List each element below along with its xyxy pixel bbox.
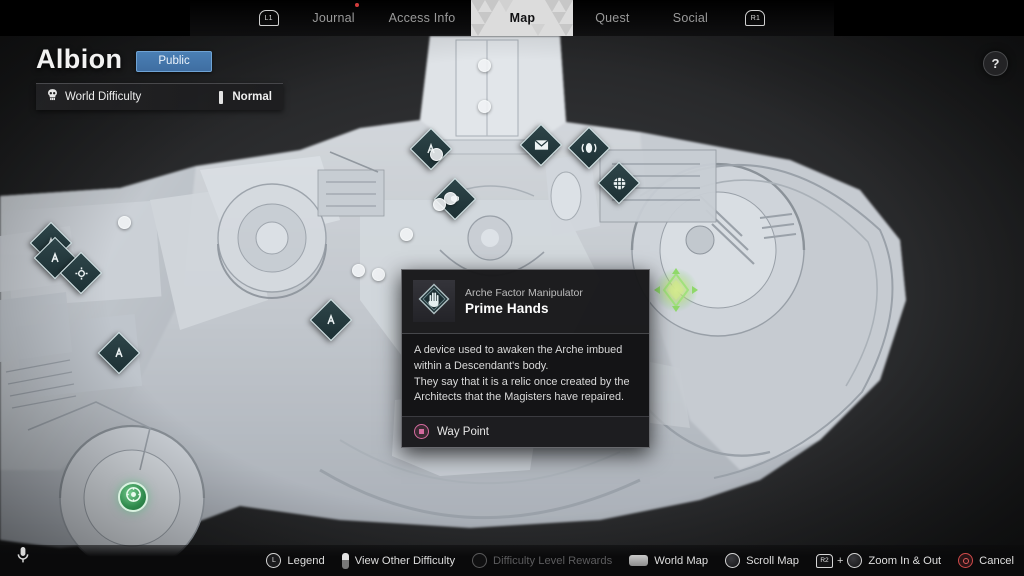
prime-hands-diamond-icon (417, 282, 451, 321)
cancel-button-icon (958, 553, 974, 568)
action-difficulty-level-rewards: Difficulty Level Rewards (472, 553, 612, 568)
tab-journal[interactable]: Journal (295, 0, 373, 36)
world-difficulty-bar[interactable]: World Difficulty Normal (36, 83, 283, 110)
help-button[interactable]: ? (983, 51, 1008, 76)
action-view-other-difficulty[interactable]: View Other Difficulty (341, 552, 456, 569)
top-navigation-bar: L1 Journal Access Info Map Quest Social … (0, 0, 1024, 36)
action-label: Difficulty Level Rewards (493, 554, 613, 567)
action-hint-list: L Legend View Other Difficulty Difficult… (266, 552, 1014, 569)
touchpad-button-icon (629, 555, 649, 566)
grid-icon (605, 169, 633, 197)
tab-label: Social (672, 11, 709, 25)
r1-button-icon: R1 (745, 10, 766, 26)
tooltip-category: Arche Factor Manipulator (465, 287, 583, 299)
status-badge-public[interactable]: Public (136, 51, 212, 72)
waypoint-glow-icon (654, 268, 698, 312)
dpad-vertical-icon (341, 552, 349, 569)
tooltip-header: Arche Factor Manipulator Prime Hands (402, 270, 649, 333)
difficulty-value-group: Normal (219, 90, 272, 104)
action-label: Zoom In & Out (868, 554, 942, 567)
tab-access-info[interactable]: Access Info (373, 0, 472, 36)
tooltip-icon-frame (413, 280, 455, 322)
marker-gear-w[interactable] (59, 251, 103, 295)
arche-icon (317, 306, 345, 334)
action-zoom-in-out[interactable]: R2 + Zoom In & Out (815, 553, 942, 568)
action-legend[interactable]: L Legend (266, 553, 325, 568)
marker-dot[interactable] (478, 100, 491, 113)
tooltip-action-row[interactable]: Way Point (402, 416, 649, 448)
station-icon (125, 486, 142, 508)
marker-dot[interactable] (372, 268, 385, 281)
right-stick-icon (847, 553, 863, 568)
plus-separator: + (836, 554, 844, 567)
marker-arche-c1[interactable] (309, 298, 353, 342)
tab-label: Map (509, 11, 536, 25)
tab-label: Access Info (388, 11, 456, 25)
tooltip-title-group: Arche Factor Manipulator Prime Hands (465, 286, 583, 316)
tab-label: Quest (595, 11, 630, 25)
tab-quest[interactable]: Quest (573, 0, 651, 36)
waypoint-button-icon (414, 424, 429, 440)
action-world-map[interactable]: World Map (629, 555, 708, 567)
circle-button-icon (472, 553, 488, 568)
action-label: Cancel (979, 554, 1014, 567)
nav-right-bumper[interactable]: R1 (729, 0, 781, 36)
orb-icon (575, 134, 603, 162)
marker-arche-sw[interactable] (97, 331, 141, 375)
marker-dot[interactable] (352, 264, 365, 277)
waypoint-action-label: Way Point (437, 425, 489, 438)
action-label: World Map (654, 554, 709, 567)
l-button-icon: L (266, 553, 282, 568)
envelope-icon (527, 131, 555, 159)
marker-station[interactable] (118, 482, 148, 512)
action-label: Scroll Map (746, 554, 799, 567)
marker-selected-waypoint[interactable] (648, 262, 704, 318)
bottom-action-bar: L Legend View Other Difficulty Difficult… (0, 545, 1024, 576)
action-label: Legend (287, 554, 325, 567)
marker-info-tooltip: Arche Factor Manipulator Prime Hands A d… (401, 269, 650, 449)
marker-dot[interactable] (430, 148, 443, 161)
action-label: View Other Difficulty (354, 554, 456, 567)
action-cancel[interactable]: Cancel (958, 553, 1014, 568)
notification-dot (354, 3, 359, 7)
title-row: Albion Public (36, 44, 283, 75)
skull-icon (46, 88, 59, 106)
tab-social[interactable]: Social (651, 0, 729, 36)
description-line-2: within a Descendant's body. (414, 359, 549, 372)
difficulty-label: World Difficulty (65, 91, 142, 103)
right-stick-icon (725, 553, 741, 568)
tab-label: Journal (312, 11, 355, 25)
page-title: Albion (36, 44, 123, 74)
description-line-4: Architects that the Magisters have repai… (414, 391, 625, 404)
l1-button-icon: L1 (258, 10, 279, 26)
tooltip-name: Prime Hands (465, 301, 549, 316)
action-scroll-map[interactable]: Scroll Map (725, 553, 799, 568)
marker-dot[interactable] (478, 59, 491, 72)
marker-dot[interactable] (433, 198, 446, 211)
difficulty-value: Normal (232, 91, 272, 103)
difficulty-level-indicator (219, 90, 224, 104)
arche-icon (105, 339, 133, 367)
difficulty-label-group: World Difficulty (46, 88, 219, 106)
gear-icon (67, 259, 95, 287)
nav-left-bumper[interactable]: L1 (243, 0, 295, 36)
marker-dot[interactable] (400, 228, 413, 241)
marker-dot[interactable] (118, 216, 131, 229)
microphone-icon[interactable] (16, 546, 30, 569)
marker-orb-ne[interactable] (567, 126, 611, 170)
region-header: Albion Public World Difficulty Normal (36, 44, 283, 110)
marker-envelope-n[interactable] (519, 123, 563, 167)
marker-grid-ne[interactable] (597, 161, 641, 205)
description-line-3: They say that it is a relic once created… (414, 375, 630, 388)
r2-button-icon: R2 (815, 553, 833, 568)
tooltip-description: A device used to awaken the Arche imbued… (402, 334, 649, 417)
tab-map[interactable]: Map (471, 0, 574, 36)
description-line-1: A device used to awaken the Arche imbued (414, 344, 623, 356)
